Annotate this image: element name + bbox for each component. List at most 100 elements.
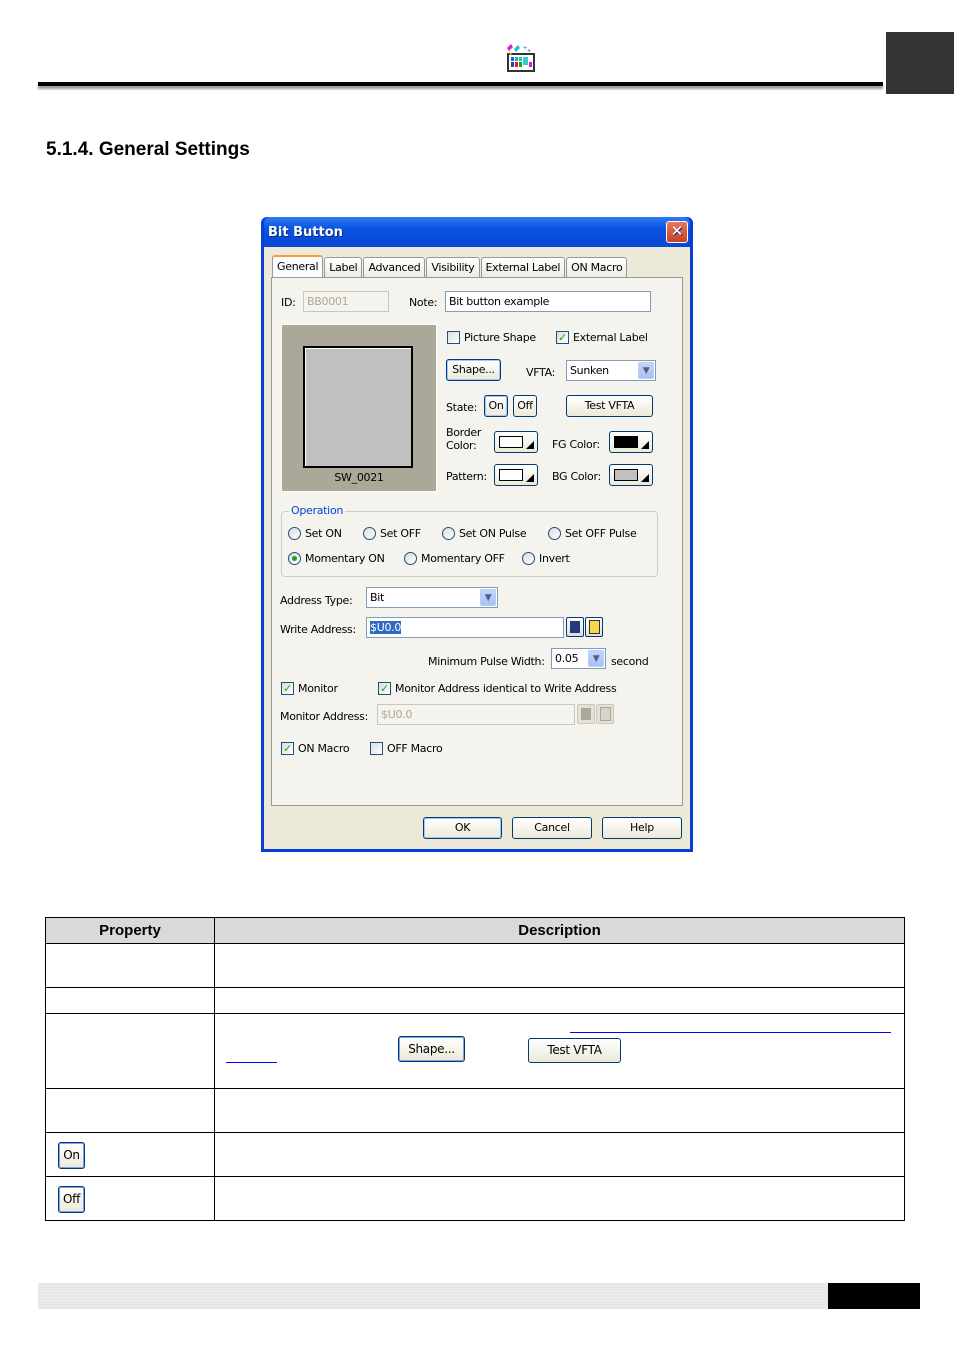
help-button[interactable]: Help [602, 817, 682, 839]
state-label: State: [446, 401, 478, 414]
section-title: 5.1.4. General Settings [46, 139, 250, 160]
header-description: Description [214, 917, 905, 944]
border-color-swatch [499, 436, 523, 448]
chevron-down-icon[interactable]: ▼ [638, 362, 654, 379]
hyperlink[interactable] [570, 1032, 891, 1033]
tag-library-button-disabled [596, 704, 614, 724]
table-header-row: Property Description [45, 917, 905, 944]
radio-momentary-on[interactable] [288, 552, 301, 565]
pattern-button[interactable] [494, 464, 538, 486]
radio-invert[interactable] [522, 552, 535, 565]
write-address-field[interactable]: $U0.0 [366, 617, 564, 638]
border-color-label: Border Color: [446, 426, 482, 452]
external-label-checkbox[interactable]: ✓ [556, 331, 569, 344]
dialog-titlebar: Bit Button ✕ [264, 217, 690, 247]
note-label: Note: [409, 296, 438, 309]
header-rule [38, 82, 883, 86]
radio-set-off-pulse-label: Set OFF Pulse [565, 527, 637, 540]
close-icon: ✕ [670, 222, 684, 240]
description-cell [214, 1176, 905, 1221]
inline-test-vfta-button: Test VFTA [528, 1038, 621, 1063]
radio-momentary-off[interactable] [404, 552, 417, 565]
bg-color-swatch [614, 469, 638, 481]
app-logo-icon: + + [505, 42, 535, 72]
tab-on-macro[interactable]: ON Macro [566, 257, 628, 277]
vfta-select[interactable]: Sunken ▼ [566, 360, 656, 381]
address-type-value: Bit [370, 591, 385, 604]
properties-table: Property Description Shape... Test VFTA … [45, 917, 905, 1221]
on-macro-checkbox[interactable]: ✓ [281, 742, 294, 755]
ok-button[interactable]: OK [423, 817, 502, 839]
radio-set-off-label: Set OFF [380, 527, 421, 540]
monitor-address-label: Monitor Address: [280, 710, 369, 723]
address-type-select[interactable]: Bit ▼ [366, 587, 498, 608]
bg-color-button[interactable] [609, 464, 653, 486]
off-macro-checkbox[interactable] [370, 742, 383, 755]
tag-icon [589, 620, 600, 634]
state-on-button[interactable]: On [484, 395, 508, 417]
external-label-label: External Label [573, 331, 648, 344]
monitor-identical-checkbox[interactable]: ✓ [378, 682, 391, 695]
tab-advanced[interactable]: Advanced [363, 257, 426, 277]
tab-label[interactable]: Label [324, 257, 363, 277]
tag-icon [600, 707, 611, 721]
property-cell: Off [45, 1176, 215, 1221]
state-off-button[interactable]: Off [513, 395, 537, 417]
tab-general[interactable]: General [272, 255, 324, 278]
property-cell [45, 1088, 215, 1133]
operation-title: Operation [289, 504, 346, 517]
off-macro-label: OFF Macro [387, 742, 443, 755]
tab-strip: General Label Advanced Visibility Extern… [272, 255, 628, 278]
radio-momentary-on-label: Momentary ON [305, 552, 385, 565]
dropdown-triangle-icon [641, 474, 649, 482]
tab-visibility[interactable]: Visibility [426, 257, 480, 277]
write-address-value: $U0.0 [370, 621, 402, 634]
id-label: ID: [281, 296, 296, 309]
picture-shape-checkbox[interactable] [447, 331, 460, 344]
note-field[interactable]: Bit button example [445, 291, 651, 312]
cancel-button[interactable]: Cancel [512, 817, 592, 839]
close-button[interactable]: ✕ [666, 221, 688, 243]
radio-set-on-label: Set ON [305, 527, 342, 540]
radio-set-off[interactable] [363, 527, 376, 540]
calculator-button-disabled [577, 704, 595, 724]
min-pulse-value: 0.05 [555, 652, 579, 665]
shape-preview: SW_0021 [281, 324, 437, 492]
svg-text:+: + [527, 48, 531, 55]
table-row [45, 1088, 905, 1133]
table-row: Shape... Test VFTA [45, 1013, 905, 1089]
border-color-button[interactable] [494, 431, 538, 453]
tab-external-label[interactable]: External Label [480, 257, 566, 277]
radio-set-off-pulse[interactable] [548, 527, 561, 540]
min-pulse-select[interactable]: 0.05 ▼ [551, 648, 606, 669]
description-cell [214, 1132, 905, 1177]
inline-on-button: On [58, 1142, 85, 1169]
description-cell [214, 1088, 905, 1133]
dropdown-triangle-icon [641, 441, 649, 449]
chevron-down-icon[interactable]: ▼ [588, 650, 604, 667]
shape-button[interactable]: Shape... [446, 359, 501, 381]
calculator-button[interactable] [566, 617, 584, 637]
preview-caption: SW_0021 [334, 471, 384, 484]
dialog-body: General Label Advanced Visibility Extern… [264, 247, 690, 849]
radio-set-on[interactable] [288, 527, 301, 540]
monitor-checkbox[interactable]: ✓ [281, 682, 294, 695]
tag-library-button[interactable] [585, 617, 603, 637]
footer-bar [38, 1283, 828, 1309]
operation-group: Operation Set ON Set OFF Set ON Pulse Se… [281, 504, 658, 577]
min-pulse-unit: second [611, 655, 649, 668]
description-cell [214, 943, 905, 988]
test-vfta-button[interactable]: Test VFTA [566, 395, 653, 417]
vfta-label: VFTA: [526, 366, 556, 379]
monitor-address-field: $U0.0 [377, 704, 575, 725]
fg-color-button[interactable] [609, 431, 653, 453]
table-row [45, 943, 905, 988]
chevron-down-icon[interactable]: ▼ [480, 589, 496, 606]
radio-set-on-pulse[interactable] [442, 527, 455, 540]
fg-color-label: FG Color: [552, 438, 600, 451]
radio-set-on-pulse-label: Set ON Pulse [459, 527, 527, 540]
pattern-label: Pattern: [446, 470, 487, 483]
hyperlink-continued[interactable] [226, 1062, 277, 1063]
bg-color-label: BG Color: [552, 470, 601, 483]
dropdown-triangle-icon [526, 441, 534, 449]
